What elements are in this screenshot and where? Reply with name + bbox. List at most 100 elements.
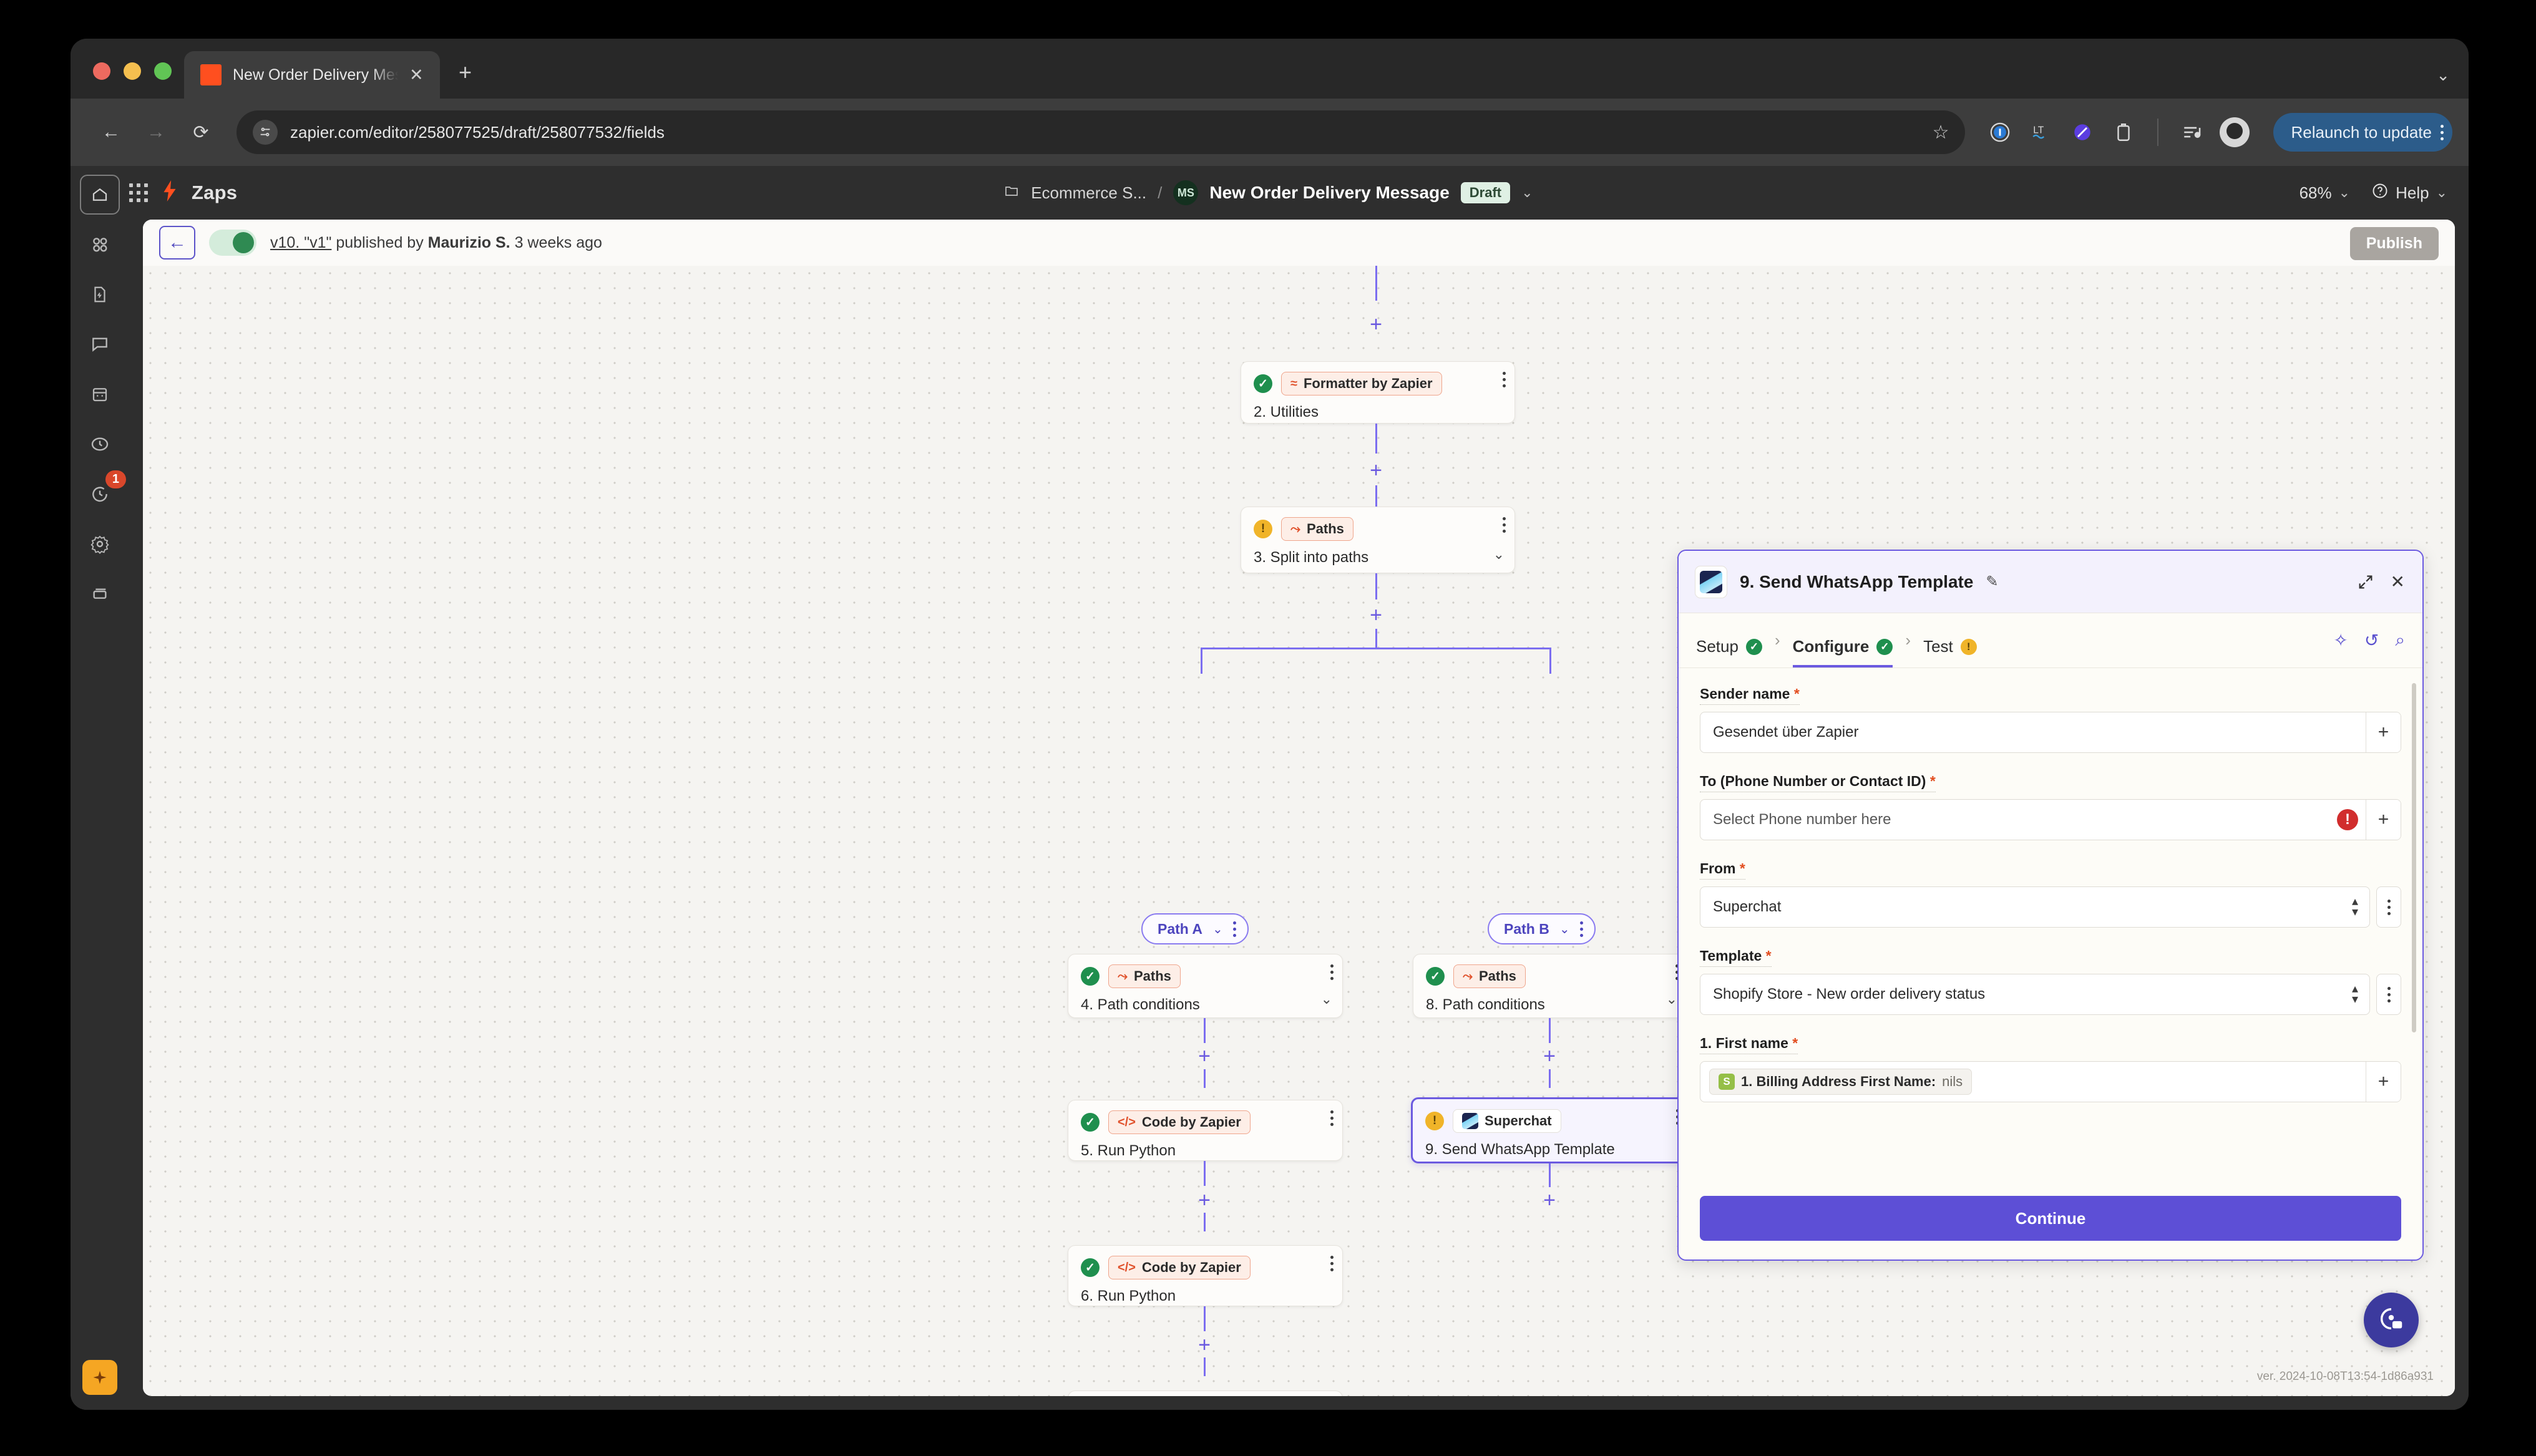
workflow-canvas[interactable]: + ✓ ≈ Formatter by Zapier	[143, 266, 2455, 1396]
zoom-level-control[interactable]: 68% ⌄	[2299, 183, 2350, 203]
workflow-node-6[interactable]: ✓ </> Code by Zapier 6. Run Python	[1068, 1245, 1343, 1306]
tab-test[interactable]: Test !	[1923, 613, 1977, 667]
add-step-plus-icon[interactable]: +	[1543, 1190, 1556, 1211]
rail-item-history[interactable]: 1	[80, 474, 120, 514]
node-menu-icon[interactable]	[1330, 1256, 1334, 1271]
ai-sparkle-icon[interactable]: ✧	[2333, 630, 2348, 651]
rail-item-ai-assistant[interactable]	[82, 1360, 117, 1395]
breadcrumb-folder-name[interactable]: Ecommerce S...	[1031, 183, 1146, 203]
node-header: ✓ ⤳ Paths	[1426, 964, 1676, 988]
template-options-button[interactable]	[2376, 974, 2401, 1015]
workflow-node-9[interactable]: ! Superchat 9. Send WhatsApp Template	[1411, 1097, 1690, 1163]
rail-item-settings[interactable]	[80, 524, 120, 564]
edit-pencil-icon[interactable]: ✎	[1986, 573, 1998, 591]
zap-title[interactable]: New Order Delivery Message	[1209, 183, 1449, 203]
help-menu[interactable]: Help ⌄	[2371, 182, 2447, 204]
back-icon[interactable]: ←	[92, 113, 130, 152]
profile-avatar[interactable]	[2220, 117, 2250, 147]
address-bar[interactable]: zapier.com/editor/258077525/draft/258077…	[237, 110, 1965, 154]
rail-item-chat[interactable]	[80, 324, 120, 364]
zap-menu-chevron-icon[interactable]: ⌄	[1521, 185, 1533, 201]
zaps-label[interactable]: Zaps	[192, 182, 237, 204]
close-window-button[interactable]	[93, 62, 110, 80]
rail-item-new-doc[interactable]	[80, 274, 120, 314]
browser-menu-icon[interactable]	[2441, 125, 2444, 140]
paths-icon: ⤳	[1118, 970, 1128, 983]
undo-icon[interactable]: ↺	[2364, 630, 2379, 651]
node-menu-icon[interactable]	[1330, 1110, 1334, 1126]
relaunch-to-update-button[interactable]: Relaunch to update	[2273, 113, 2452, 152]
close-tab-icon[interactable]: ✕	[409, 67, 424, 84]
search-icon[interactable]: ⌕	[2395, 630, 2405, 651]
forward-icon[interactable]: →	[137, 113, 175, 152]
bookmark-star-icon[interactable]: ☆	[1933, 122, 1953, 143]
rail-item-calendar[interactable]	[80, 374, 120, 414]
sender-name-input[interactable]: Gesendet über Zapier +	[1700, 712, 2401, 753]
formatter-icon: ≈	[1290, 377, 1297, 390]
first-name-input[interactable]: S 1. Billing Address First Name: nils +	[1700, 1061, 2401, 1102]
node-menu-icon[interactable]	[1503, 517, 1506, 533]
workflow-node-8[interactable]: ✓ ⤳ Paths 8. Path conditions ⌄	[1413, 954, 1688, 1018]
publish-button[interactable]: Publish	[2350, 227, 2439, 260]
minimize-window-button[interactable]	[124, 62, 141, 80]
rail-item-home[interactable]	[80, 175, 120, 215]
expand-icon[interactable]	[2357, 573, 2374, 591]
add-step-plus-icon[interactable]: +	[1198, 1334, 1211, 1356]
clipboard-extension-icon[interactable]	[2110, 119, 2137, 146]
site-settings-icon[interactable]	[253, 120, 278, 145]
back-to-zaps-button[interactable]: ←	[159, 226, 195, 260]
node-menu-icon[interactable]	[1330, 964, 1334, 980]
path-chip-a[interactable]: Path A ⌄	[1141, 913, 1249, 944]
insert-data-button[interactable]: +	[2366, 712, 2401, 752]
add-step-plus-icon[interactable]: +	[1370, 604, 1382, 626]
rail-item-apps[interactable]	[80, 225, 120, 265]
to-phone-input[interactable]: Select Phone number here ! +	[1700, 799, 2401, 840]
path-menu-icon[interactable]	[1580, 921, 1583, 937]
from-select[interactable]: Superchat ▴▾	[1700, 886, 2370, 928]
chevron-down-icon[interactable]: ⌄	[1559, 921, 1570, 937]
data-token[interactable]: S 1. Billing Address First Name: nils	[1709, 1069, 1972, 1095]
template-select[interactable]: Shopify Store - New order delivery statu…	[1700, 974, 2370, 1015]
tab-configure[interactable]: Configure ✓	[1793, 613, 1893, 667]
continue-button[interactable]: Continue	[1700, 1196, 2401, 1241]
add-step-plus-icon[interactable]: +	[1370, 314, 1382, 335]
tab-list-chevron-icon[interactable]: ⌄	[2436, 66, 2450, 85]
support-chat-button[interactable]	[2364, 1293, 2419, 1347]
browser-tab[interactable]: New Order Delivery Message ✕	[184, 51, 440, 99]
from-options-button[interactable]	[2376, 886, 2401, 928]
workflow-node-5[interactable]: ✓ </> Code by Zapier 5. Run Python	[1068, 1100, 1343, 1161]
node-expand-chevron-icon[interactable]: ⌄	[1321, 991, 1332, 1007]
new-tab-button[interactable]: +	[459, 61, 472, 84]
path-chip-b[interactable]: Path B ⌄	[1488, 913, 1596, 944]
languagetool-extension-icon[interactable]: LT	[2027, 119, 2055, 146]
insert-data-button[interactable]: +	[2366, 800, 2401, 840]
purple-circle-extension-icon[interactable]	[2069, 119, 2096, 146]
panel-scrollbar[interactable]	[2412, 683, 2416, 1032]
workflow-node-2[interactable]: ✓ ≈ Formatter by Zapier 2. Utilities	[1241, 361, 1515, 424]
chevron-down-icon[interactable]: ⌄	[1212, 921, 1223, 937]
node-menu-icon[interactable]	[1503, 372, 1506, 387]
version-link[interactable]: v10. "v1"	[270, 234, 331, 251]
close-icon[interactable]: ✕	[2391, 571, 2405, 592]
app-switcher-icon[interactable]	[129, 183, 148, 202]
rail-item-clock[interactable]	[80, 424, 120, 464]
workflow-node-3[interactable]: ! ⤳ Paths 3. Split into paths ⌄	[1241, 507, 1515, 573]
add-step-plus-icon[interactable]: +	[1370, 460, 1382, 481]
zap-enabled-toggle[interactable]	[209, 230, 256, 256]
onepassword-extension-icon[interactable]	[1986, 119, 2014, 146]
reading-list-icon[interactable]	[2178, 119, 2206, 146]
node-expand-chevron-icon[interactable]: ⌄	[1493, 546, 1505, 563]
rail-item-storage[interactable]	[80, 574, 120, 614]
add-step-plus-icon[interactable]: +	[1198, 1190, 1211, 1211]
maximize-window-button[interactable]	[154, 62, 172, 80]
workflow-node-4[interactable]: ✓ ⤳ Paths 4. Path conditions ⌄	[1068, 954, 1343, 1018]
node-app-name: Superchat	[1485, 1113, 1552, 1129]
node-expand-chevron-icon[interactable]: ⌄	[1666, 991, 1677, 1007]
workflow-node-7[interactable]: ✓ Superchat 7. Send WhatsApp Template	[1068, 1390, 1343, 1396]
add-step-plus-icon[interactable]: +	[1543, 1046, 1556, 1067]
path-menu-icon[interactable]	[1233, 921, 1236, 937]
reload-icon[interactable]: ⟳	[182, 113, 220, 152]
insert-data-button[interactable]: +	[2366, 1062, 2401, 1102]
add-step-plus-icon[interactable]: +	[1198, 1046, 1211, 1067]
tab-setup[interactable]: Setup ✓	[1696, 613, 1762, 667]
